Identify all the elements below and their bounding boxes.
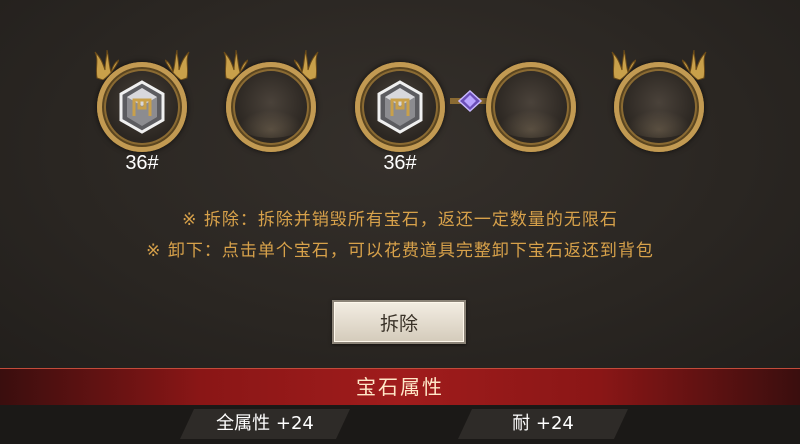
- gem-slot-1[interactable]: [94, 50, 190, 152]
- info-dismantle: ※ 拆除：拆除并销毁所有宝石，返还一定数量的无限石: [182, 210, 618, 230]
- gem-level-label: 36#: [383, 152, 417, 174]
- gem-attributes-header: 宝石属性: [0, 368, 800, 405]
- attributes-row: [0, 405, 800, 444]
- crown-ornament-icon: [682, 50, 707, 80]
- dismantle-button[interactable]: 拆除: [332, 300, 466, 344]
- gem-slot-3[interactable]: [355, 62, 445, 152]
- crown-ornament-icon: [611, 50, 636, 80]
- gem-slot-5[interactable]: [611, 50, 707, 152]
- gem-icon: [119, 80, 165, 134]
- gem-slot-4[interactable]: [486, 62, 576, 152]
- gem-level-label: 36#: [125, 152, 159, 174]
- info-unmount: ※ 卸下：点击单个宝石，可以花费道具完整卸下宝石返还到背包: [146, 241, 654, 261]
- link-crystal-icon: [450, 90, 490, 112]
- gem-icon: [377, 80, 423, 134]
- crown-ornament-icon: [165, 50, 190, 80]
- crown-ornament-icon: [223, 50, 248, 80]
- gem-slot-2[interactable]: [223, 50, 319, 152]
- crown-ornament-icon: [94, 50, 119, 80]
- crown-ornament-icon: [294, 50, 319, 80]
- attribute-all-stats: 全属性 +24: [180, 409, 350, 439]
- attribute-endurance: 耐 +24: [458, 409, 628, 439]
